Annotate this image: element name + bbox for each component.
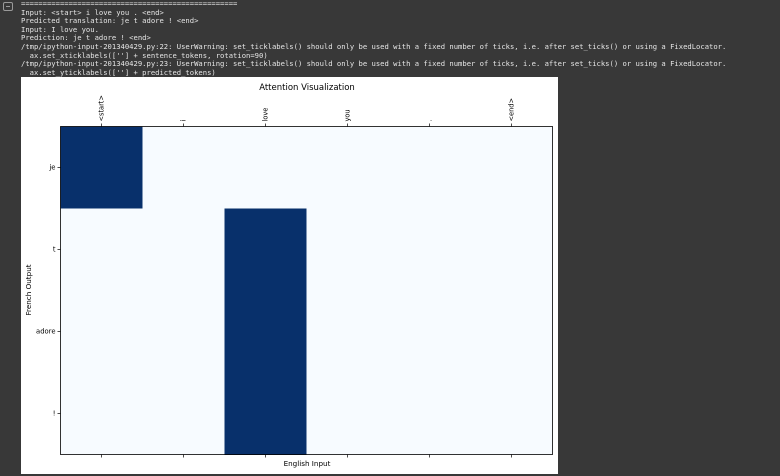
x-tick-label: i	[180, 120, 188, 122]
output-toggle-icon[interactable]	[3, 2, 13, 11]
y-tick-label: je	[48, 164, 55, 172]
heatmap-cell	[60, 126, 143, 209]
heatmap-cell	[60, 208, 143, 291]
heatmap-cell	[142, 126, 225, 209]
y-tick-label: !	[53, 410, 56, 418]
heatmap-cell	[388, 126, 471, 209]
heatmap-cells	[60, 126, 553, 455]
attention-heatmap: Attention Visualization <start> i love you.…	[24, 83, 553, 468]
heatmap-cell	[470, 372, 553, 455]
heatmap-cell	[224, 290, 307, 373]
heatmap-cell	[388, 372, 471, 455]
heatmap-cell	[224, 126, 307, 209]
heatmap-cell	[306, 290, 389, 373]
heatmap-cell	[470, 126, 553, 209]
x-tick-label: love	[262, 108, 270, 122]
heatmap-cell	[142, 372, 225, 455]
output-line: Predicted translation: je t adore ! <end…	[21, 16, 199, 26]
heatmap-cell	[306, 372, 389, 455]
chart-title: Attention Visualization	[259, 83, 355, 93]
heatmap-cell	[142, 208, 225, 291]
heatmap-cell	[224, 208, 307, 291]
cell-output-text: ========================================…	[21, 0, 726, 77]
heatmap-cell	[142, 290, 225, 373]
x-axis-label: English Input	[284, 459, 331, 468]
heatmap-cell	[224, 372, 307, 455]
heatmap-cell	[388, 290, 471, 373]
y-axis-ticks: je t adore!	[36, 164, 61, 418]
y-tick-label: t	[53, 246, 56, 254]
y-axis-label: French Output	[24, 264, 33, 315]
heatmap-cell	[306, 208, 389, 291]
heatmap-cell	[306, 126, 389, 209]
heatmap-cell	[60, 372, 143, 455]
attention-figure: Attention Visualization <start> i love you.…	[21, 77, 558, 474]
x-tick-label: .	[426, 119, 434, 121]
y-tick-label: adore	[36, 328, 55, 336]
heatmap-cell	[470, 290, 553, 373]
heatmap-cell	[60, 290, 143, 373]
x-tick-label: <start>	[98, 95, 106, 121]
x-tick-label: <end>	[508, 98, 516, 121]
heatmap-cell	[388, 208, 471, 291]
x-tick-label: you	[344, 109, 352, 121]
heatmap-cell	[470, 208, 553, 291]
